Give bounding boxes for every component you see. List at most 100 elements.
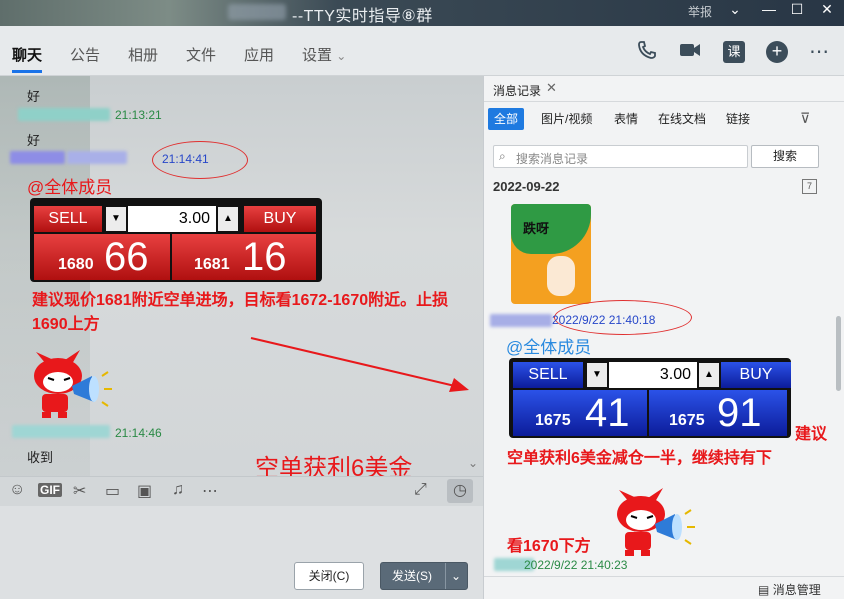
- sender-name: [67, 151, 127, 164]
- sender-name: [490, 314, 552, 327]
- increase-icon: ▲: [699, 363, 719, 387]
- filter-stickers[interactable]: 表情: [614, 108, 638, 130]
- quantity-value: 3.00: [128, 206, 216, 232]
- emoji-icon[interactable]: ☺: [9, 481, 25, 499]
- message-time: 21:14:41: [162, 152, 209, 166]
- scroll-down-icon[interactable]: ⌄: [468, 456, 478, 470]
- sender-name: [18, 108, 110, 121]
- tab-settings-label: 设置: [302, 47, 333, 64]
- advice-text: 建议现价1681附近空单进场，目标看1672-1670附近。止损1690上方: [32, 292, 449, 333]
- send-button[interactable]: 发送(S) ⌄: [380, 562, 468, 590]
- search-button[interactable]: 搜索: [751, 145, 819, 168]
- lesson-icon[interactable]: 课: [721, 39, 747, 65]
- tab-files[interactable]: 文件: [186, 44, 216, 65]
- scissors-icon[interactable]: ✂: [73, 481, 86, 501]
- falling-sticker: 跌呀: [511, 204, 591, 304]
- fox-megaphone-sticker: [617, 488, 695, 556]
- search-placeholder: 搜索消息记录: [516, 152, 589, 166]
- message-input[interactable]: 关闭(C) 发送(S) ⌄: [0, 506, 483, 599]
- tab-announcements[interactable]: 公告: [70, 44, 100, 65]
- phone-icon[interactable]: [634, 39, 660, 65]
- image-icon[interactable]: ▣: [137, 481, 152, 501]
- increase-icon: ▲: [218, 207, 238, 231]
- input-toolbar: ☺ GIF ✂ ▭ ▣ ♫ ⋯ ⤢ ◷: [0, 476, 483, 506]
- close-icon[interactable]: ✕: [816, 1, 838, 18]
- add-icon[interactable]: +: [764, 39, 790, 65]
- tab-apps[interactable]: 应用: [244, 44, 274, 65]
- filter-all[interactable]: 全部: [488, 108, 525, 130]
- sender-name: [10, 151, 65, 164]
- annotation-arrow: [250, 337, 469, 392]
- quantity-value: 3.00: [609, 362, 697, 388]
- filter-images-videos[interactable]: 图片/视频: [541, 108, 592, 130]
- chevron-down-icon[interactable]: ⌄: [724, 1, 746, 18]
- message-text: 收到: [27, 450, 54, 465]
- trade-panel-screenshot: SELL ▼ 3.00 ▲ BUY 1680 66 1681 16: [30, 198, 322, 282]
- group-tab-bar: 聊天 公告 相册 文件 应用 设置 ⌄ 课 + ⋯: [0, 26, 844, 76]
- message-manage-icon: ▤: [758, 583, 770, 597]
- sell-price: 1675 41: [513, 390, 647, 436]
- bell-icon[interactable]: ♫: [172, 481, 184, 499]
- history-clock-icon[interactable]: ◷: [447, 479, 473, 503]
- close-icon[interactable]: ✕: [546, 80, 557, 96]
- sticker-figure: [547, 256, 575, 296]
- message-manage-label: 消息管理: [772, 583, 821, 597]
- sell-label: SELL: [34, 206, 102, 232]
- buy-price-prefix: 1681: [194, 256, 230, 273]
- more-tools-icon[interactable]: ⋯: [202, 481, 218, 501]
- buy-label: BUY: [721, 362, 791, 388]
- mention-all: @全体成员: [27, 178, 113, 197]
- folder-icon[interactable]: ▭: [105, 481, 120, 501]
- tab-chat[interactable]: 聊天: [12, 44, 43, 73]
- buy-price: 1681 16: [172, 234, 316, 280]
- sell-price-big: 66: [104, 235, 149, 279]
- title-bar: --TTY实时指导⑧群 举报 ⌄ — ☐ ✕: [0, 0, 844, 26]
- message-time: 2022/9/22 21:40:18: [552, 313, 656, 327]
- send-button-label: 发送(S): [392, 569, 432, 583]
- chat-messages[interactable]: 好 21:13:21 好 21:14:41 @全体成员 SELL ▼ 3.00 …: [0, 76, 483, 476]
- history-footer: ▤ 消息管理: [484, 576, 844, 599]
- trade-panel-screenshot: SELL ▼ 3.00 ▲ BUY 1675 41 1675 91: [509, 358, 791, 438]
- sell-price: 1680 66: [34, 234, 170, 280]
- sell-price-big: 41: [585, 391, 630, 435]
- close-button[interactable]: 关闭(C): [294, 562, 364, 590]
- fox-megaphone-sticker: [34, 350, 112, 418]
- calendar-icon[interactable]: 7: [802, 179, 817, 194]
- buy-price: 1675 91: [649, 390, 787, 436]
- mention-all: @全体成员: [506, 338, 592, 357]
- advice-text: 看1670下方: [507, 538, 591, 555]
- filter-settings-icon[interactable]: ⊽: [800, 110, 810, 127]
- gif-icon[interactable]: GIF: [38, 483, 62, 497]
- sell-price-prefix: 1675: [535, 412, 571, 429]
- message-manage-link[interactable]: ▤ 消息管理: [758, 581, 821, 598]
- profit-annotation: 空单获利6美金: [255, 455, 413, 476]
- minimize-icon[interactable]: —: [758, 1, 780, 17]
- message-time: 21:14:46: [115, 426, 162, 440]
- tab-album[interactable]: 相册: [128, 44, 158, 65]
- buy-price-big: 91: [717, 391, 762, 435]
- more-icon[interactable]: ⋯: [806, 39, 832, 65]
- advice-text: 建议: [795, 426, 828, 443]
- history-scrollbar[interactable]: [836, 316, 841, 391]
- advice-text: 空单获利6美金减仓一半，继续持有下: [507, 450, 772, 467]
- history-date: 2022-09-22: [493, 179, 560, 194]
- decrease-icon: ▼: [587, 363, 607, 387]
- filter-online-docs[interactable]: 在线文档: [658, 108, 706, 130]
- history-tab-label[interactable]: 消息记录: [493, 82, 541, 99]
- sender-name: [12, 425, 110, 438]
- filter-links[interactable]: 链接: [726, 108, 750, 130]
- maximize-icon[interactable]: ☐: [786, 1, 808, 18]
- history-search-input[interactable]: ⌕ 搜索消息记录: [493, 145, 748, 168]
- expand-icon[interactable]: ⤢: [414, 481, 427, 499]
- message-time: 21:13:21: [115, 108, 162, 122]
- chevron-down-icon[interactable]: ⌄: [451, 563, 461, 589]
- sticker-text: 跌呀: [522, 221, 549, 236]
- tab-settings[interactable]: 设置 ⌄: [302, 44, 346, 65]
- video-icon[interactable]: [677, 39, 703, 65]
- message-history-panel: 消息记录 ✕ 全部 图片/视频 表情 在线文档 链接 ⊽ ⌕ 搜索消息记录 搜索…: [483, 76, 844, 599]
- report-link[interactable]: 举报: [688, 3, 712, 20]
- blurred-avatar: [228, 4, 286, 20]
- chevron-down-icon: ⌄: [336, 49, 347, 63]
- search-icon: ⌕: [499, 149, 506, 163]
- sell-label: SELL: [513, 362, 583, 388]
